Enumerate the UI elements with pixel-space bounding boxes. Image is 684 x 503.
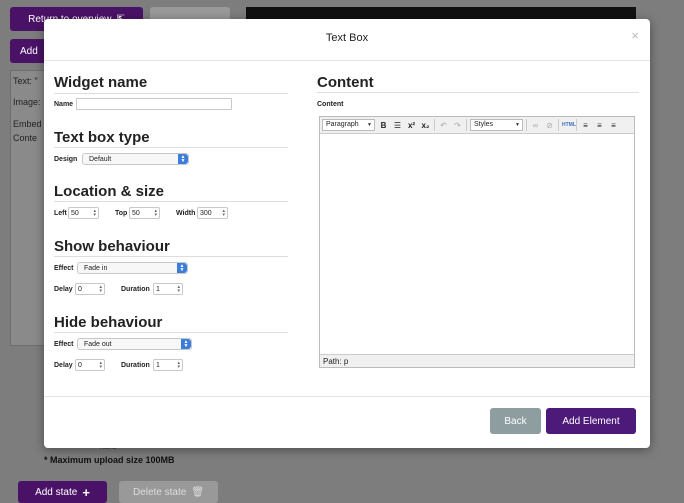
- location-size-heading: Location & size: [54, 183, 165, 200]
- updown-caret-icon: ▲ ▼: [181, 339, 191, 349]
- width-stepper[interactable]: 300 ▴ ▾: [197, 207, 228, 219]
- undo-icon[interactable]: ↶: [438, 121, 449, 130]
- add-label: Add: [20, 45, 38, 57]
- updown-caret-icon: ▲ ▼: [178, 154, 188, 164]
- name-label: Name: [54, 101, 74, 108]
- background-embed-item[interactable]: Embed: [13, 119, 42, 129]
- plus-icon: +: [82, 484, 90, 500]
- width-value: 300: [200, 209, 212, 217]
- bullet-list-icon[interactable]: ☰: [392, 121, 403, 130]
- stepper-arrows-icon[interactable]: ▴ ▾: [222, 209, 225, 218]
- top-label: Top: [115, 210, 128, 217]
- add-element-button[interactable]: Add Element: [546, 408, 636, 434]
- format-select[interactable]: Paragraph ▼: [322, 119, 375, 131]
- text-box-type-rule: [54, 147, 288, 148]
- rich-text-editor: Paragraph ▼ B ☰ x² x₂ ↶ ↷ Styles ▼ ∞ ⊘ H…: [319, 116, 635, 368]
- background-image-item[interactable]: Image:: [13, 97, 41, 107]
- show-effect-label: Effect: [54, 265, 74, 272]
- hide-behaviour-rule: [54, 332, 288, 333]
- top-value: 50: [132, 209, 140, 217]
- unlink-icon[interactable]: ⊘: [544, 121, 555, 130]
- stepper-arrows-icon[interactable]: ▴ ▾: [99, 285, 102, 294]
- back-button[interactable]: Back: [490, 408, 541, 434]
- hide-duration-stepper[interactable]: 1 ▴ ▾: [153, 359, 183, 371]
- toolbar-separator: [466, 119, 467, 131]
- show-delay-value: 0: [78, 285, 82, 293]
- show-effect-select[interactable]: Fade in ▲ ▼: [77, 262, 188, 274]
- stepper-arrows-icon[interactable]: ▴ ▾: [154, 209, 157, 218]
- top-stepper[interactable]: 50 ▴ ▾: [129, 207, 160, 219]
- delete-state-label: Delete state: [132, 486, 187, 498]
- show-duration-value: 1: [156, 285, 160, 293]
- close-icon[interactable]: ×: [631, 28, 639, 43]
- stepper-arrows-icon[interactable]: ▴ ▾: [93, 209, 96, 218]
- bold-icon[interactable]: B: [378, 121, 389, 130]
- content-heading: Content: [317, 74, 374, 91]
- left-label: Left: [54, 210, 67, 217]
- redo-icon[interactable]: ↷: [452, 121, 463, 130]
- design-label: Design: [54, 156, 78, 163]
- hide-delay-stepper[interactable]: 0 ▴ ▾: [75, 359, 105, 371]
- widget-name-input[interactable]: [76, 98, 232, 110]
- align-right-icon[interactable]: ≡: [608, 121, 619, 130]
- text-box-type-heading: Text box type: [54, 129, 150, 146]
- modal-header-divider: [44, 60, 650, 61]
- editor-content-area[interactable]: [320, 134, 634, 354]
- styles-value: Styles: [474, 121, 494, 128]
- show-behaviour-rule: [54, 256, 288, 257]
- show-delay-label: Delay: [54, 286, 73, 293]
- show-behaviour-heading: Show behaviour: [54, 238, 170, 255]
- toolbar-separator: [434, 119, 435, 131]
- format-value: Paragraph: [326, 121, 359, 128]
- hide-duration-value: 1: [156, 361, 160, 369]
- stepper-arrows-icon[interactable]: ▴ ▾: [99, 361, 102, 370]
- show-duration-stepper[interactable]: 1 ▴ ▾: [153, 283, 183, 295]
- show-duration-label: Duration: [121, 286, 150, 293]
- superscript-icon[interactable]: x²: [406, 121, 417, 130]
- hide-delay-value: 0: [78, 361, 82, 369]
- align-left-icon[interactable]: ≡: [580, 121, 591, 130]
- toolbar-separator: [558, 119, 559, 131]
- left-value: 50: [71, 209, 79, 217]
- background-content-item[interactable]: Conte: [13, 133, 37, 143]
- show-delay-stepper[interactable]: 0 ▴ ▾: [75, 283, 105, 295]
- left-stepper[interactable]: 50 ▴ ▾: [68, 207, 99, 219]
- stepper-arrows-icon[interactable]: ▴ ▾: [177, 285, 180, 294]
- hide-behaviour-heading: Hide behaviour: [54, 314, 163, 331]
- background-text-item[interactable]: Text: ": [13, 76, 38, 86]
- hide-delay-label: Delay: [54, 362, 73, 369]
- hide-effect-select[interactable]: Fade out ▲ ▼: [77, 338, 192, 350]
- design-select[interactable]: Default ▲ ▼: [82, 153, 189, 165]
- modal-title: Text Box: [325, 32, 369, 44]
- align-center-icon[interactable]: ≡: [594, 121, 605, 130]
- hide-effect-value: Fade out: [84, 340, 112, 348]
- stepper-arrows-icon[interactable]: ▴ ▾: [177, 361, 180, 370]
- text-box-modal: Text Box × Widget name Name Text box typ…: [44, 19, 650, 448]
- widget-name-rule: [54, 93, 288, 94]
- content-rule: [317, 92, 639, 93]
- hide-duration-label: Duration: [121, 362, 150, 369]
- trash-icon: 🗑: [191, 486, 205, 498]
- add-state-label: Add state: [35, 486, 78, 498]
- html-source-icon[interactable]: HTML: [562, 122, 576, 128]
- location-size-rule: [54, 201, 288, 202]
- editor-path-statusbar: Path: p: [320, 354, 634, 367]
- design-value: Default: [89, 155, 112, 163]
- editor-toolbar: Paragraph ▼ B ☰ x² x₂ ↶ ↷ Styles ▼ ∞ ⊘ H…: [320, 117, 634, 134]
- modal-footer-divider: [44, 396, 650, 397]
- content-field-label: Content: [317, 101, 344, 108]
- hide-effect-label: Effect: [54, 341, 74, 348]
- chevron-down-icon: ▼: [515, 122, 520, 128]
- styles-select[interactable]: Styles ▼: [470, 119, 523, 131]
- upload-size-note: * Maximum upload size 100MB: [44, 455, 175, 465]
- updown-caret-icon: ▲ ▼: [177, 263, 187, 273]
- subscript-icon[interactable]: x₂: [420, 121, 431, 130]
- show-effect-value: Fade in: [84, 264, 108, 272]
- toolbar-separator: [526, 119, 527, 131]
- widget-name-heading: Widget name: [54, 74, 148, 91]
- chevron-down-icon: ▼: [367, 122, 372, 128]
- link-icon[interactable]: ∞: [530, 121, 541, 130]
- width-label: Width: [176, 210, 196, 217]
- toolbar-separator: [576, 119, 577, 131]
